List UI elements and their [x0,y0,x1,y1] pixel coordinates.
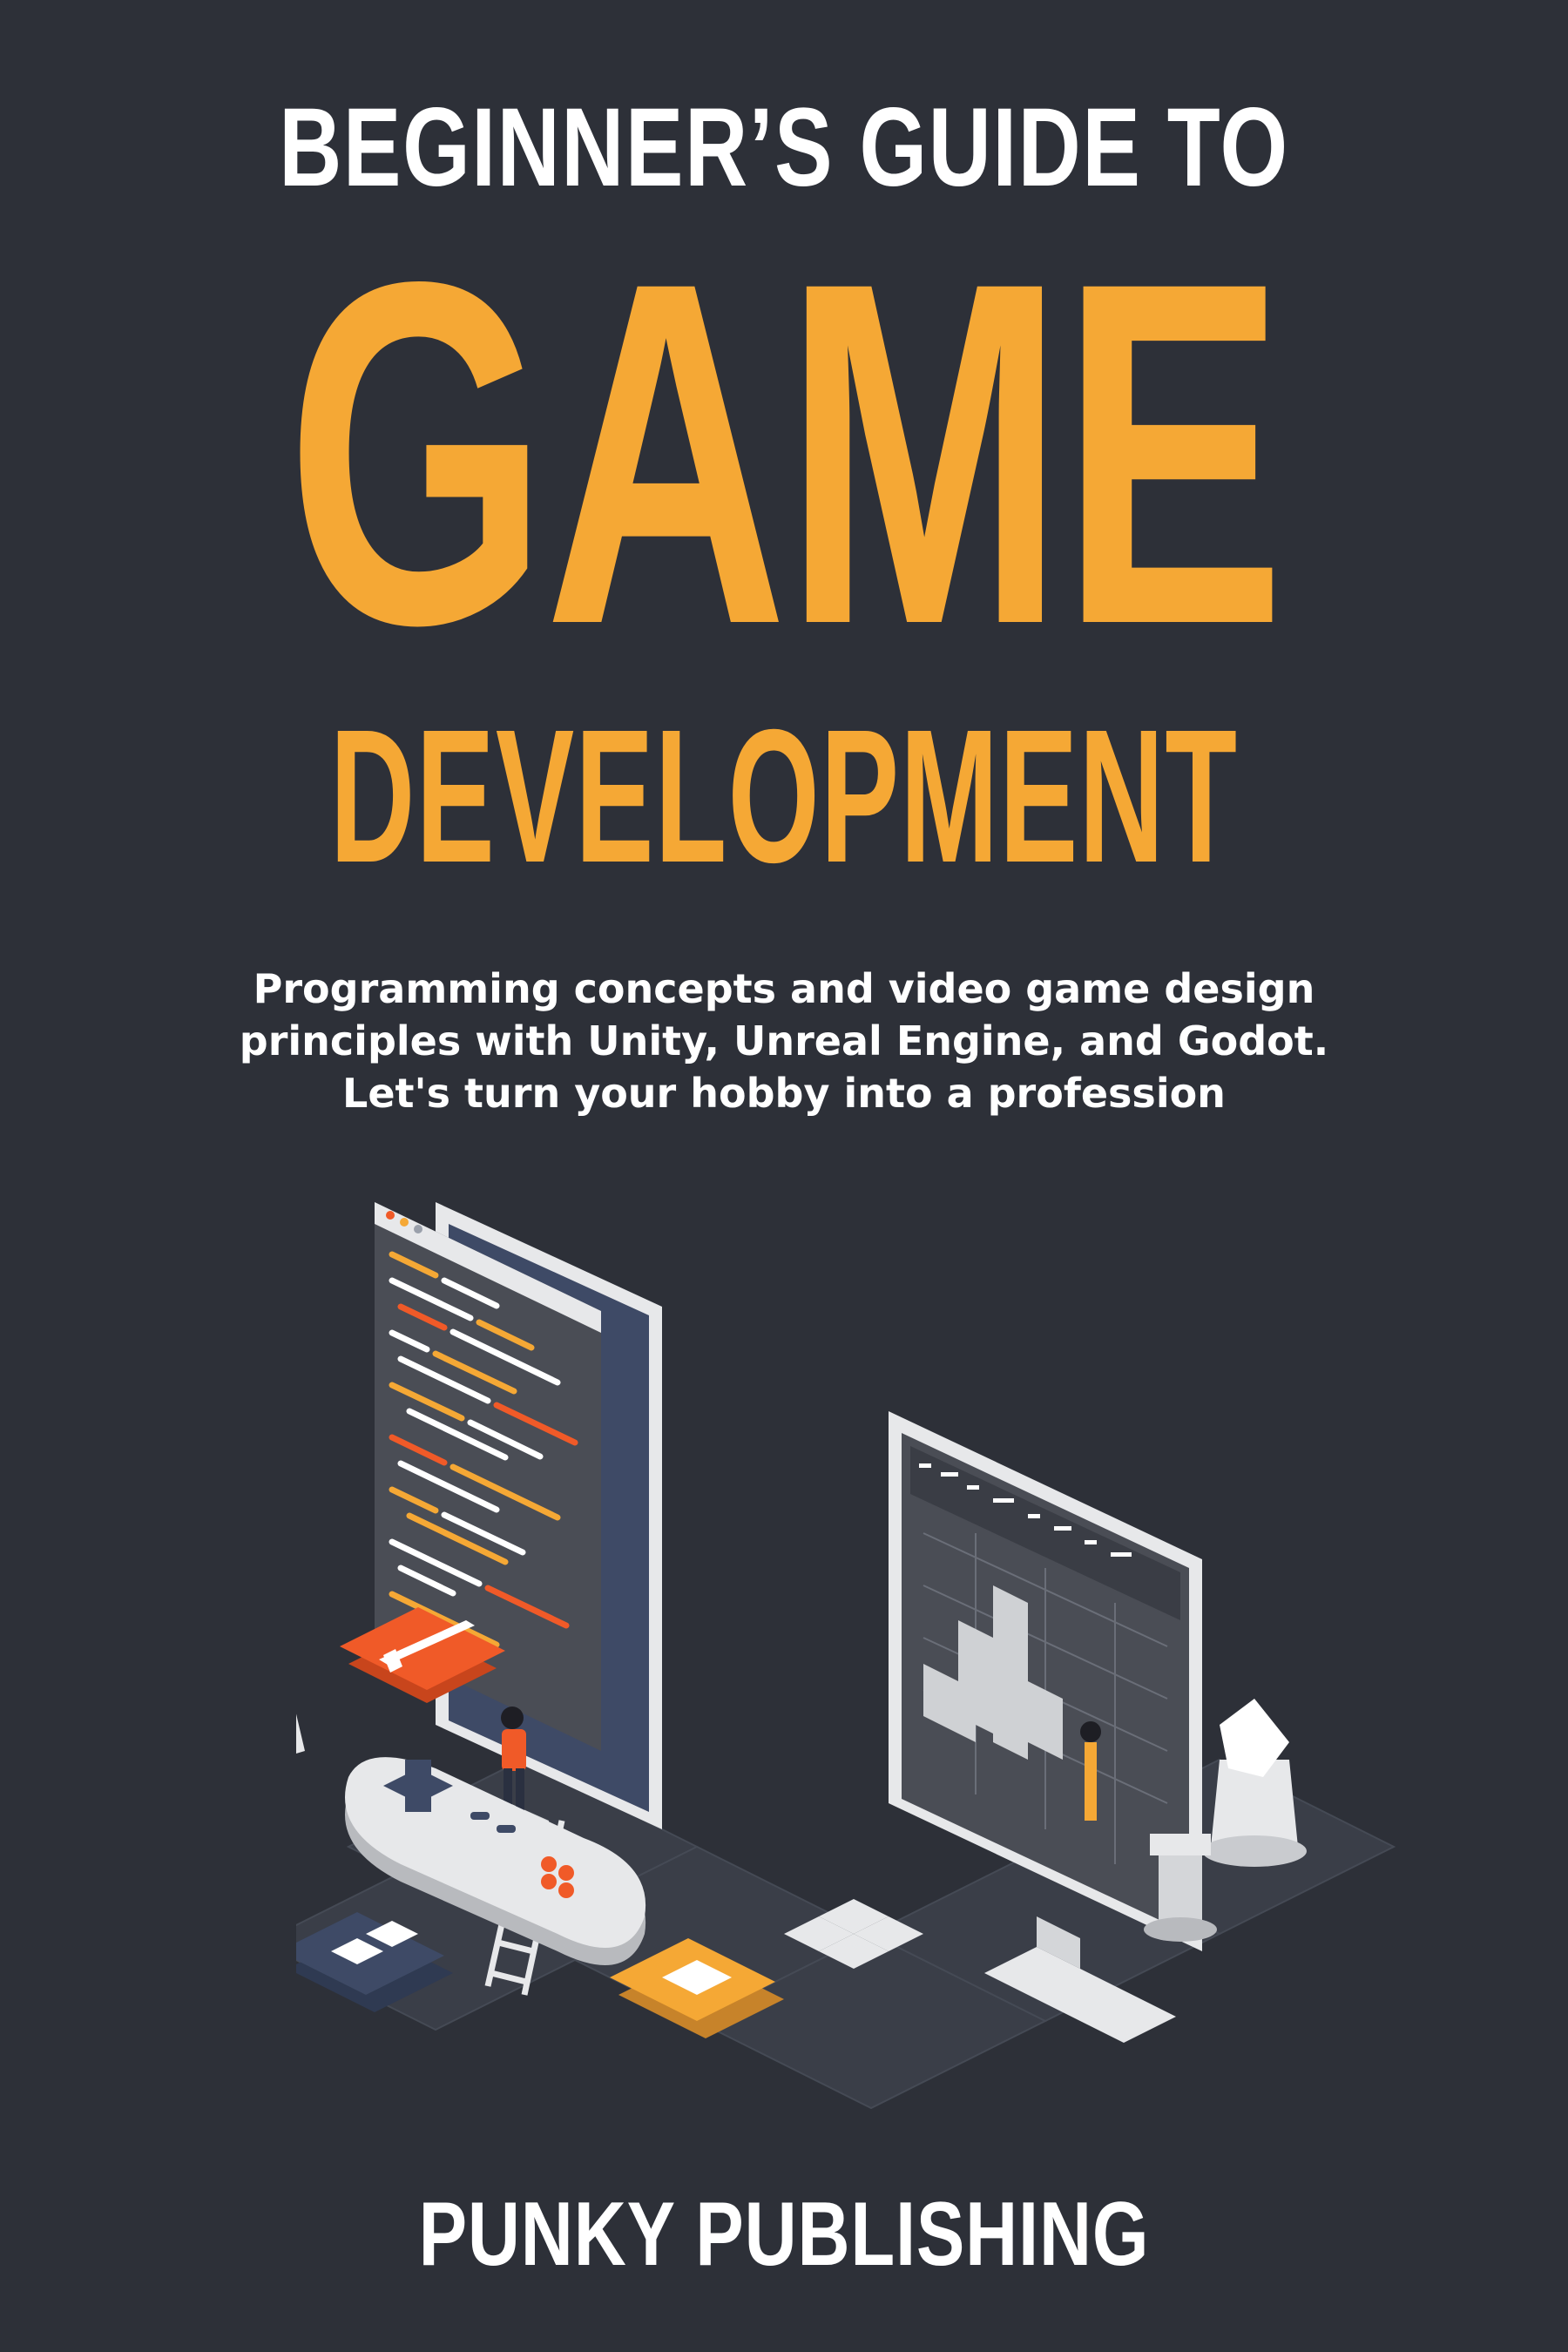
subtitle-line-3: Let's turn your hobby into a profession [342,1070,1226,1117]
title-line-3: DEVELOPMENT [329,691,1239,902]
book-cover: BEGINNER’S GUIDE TO GAME DEVELOPMENT Pro… [0,0,1568,2352]
subtitle: Programming concepts and video game desi… [0,963,1568,1119]
title-line-2: GAME [286,180,1286,726]
star-card-icon [296,1713,305,1754]
chess-knight-icon [1202,1699,1307,1867]
subtitle-line-2: principles with Unity, Unreal Engine, an… [239,1017,1329,1064]
subtitle-line-1: Programming concepts and video game desi… [253,965,1315,1012]
game-dev-illustration [296,1202,1396,2110]
publisher-name: PUNKY PUBLISHING [418,2184,1150,2285]
